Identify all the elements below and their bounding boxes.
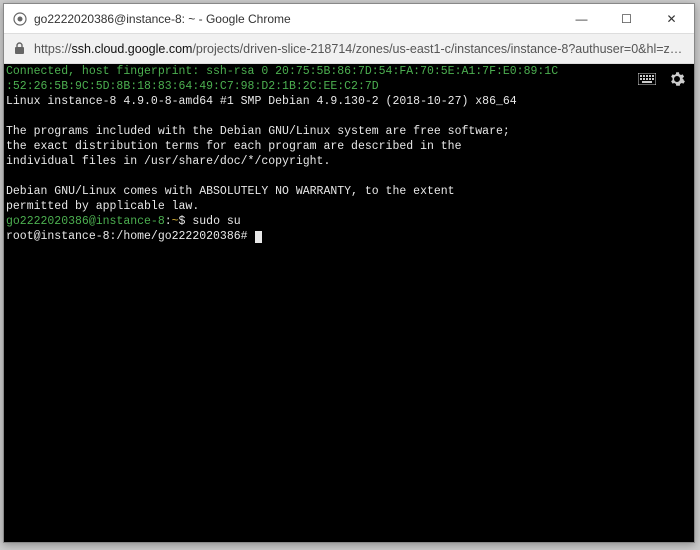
addressbar[interactable]: https://ssh.cloud.google.com/projects/dr… [4, 34, 694, 64]
motd-line-3: individual files in /usr/share/doc/*/cop… [6, 154, 692, 169]
kernel-line: Linux instance-8 4.9.0-8-amd64 #1 SMP De… [6, 94, 692, 109]
terminal[interactable]: Connected, host fingerprint: ssh-rsa 0 2… [4, 64, 694, 542]
url-scheme: https:// [34, 42, 72, 56]
url-path: /projects/driven-slice-218714/zones/us-e… [192, 42, 686, 56]
prompt-user: go2222020386@instance-8 [6, 215, 165, 228]
cursor-icon [255, 231, 262, 243]
root-prompt: root@instance-8:/home/go2222020386# [6, 230, 254, 243]
url-host: ssh.cloud.google.com [72, 42, 193, 56]
titlebar[interactable]: go2222020386@instance-8: ~ - Google Chro… [4, 4, 694, 34]
command-1: sudo su [192, 215, 240, 228]
gear-icon[interactable] [668, 70, 686, 88]
motd-line-5: permitted by applicable law. [6, 199, 692, 214]
url-display: https://ssh.cloud.google.com/projects/dr… [34, 42, 686, 56]
keyboard-icon[interactable] [638, 70, 656, 88]
motd-line-2: the exact distribution terms for each pr… [6, 139, 692, 154]
motd-line-4: Debian GNU/Linux comes with ABSOLUTELY N… [6, 184, 692, 199]
motd-line-1: The programs included with the Debian GN… [6, 124, 692, 139]
window-title: go2222020386@instance-8: ~ - Google Chro… [34, 12, 559, 26]
minimize-button[interactable]: — [559, 4, 604, 33]
app-icon [12, 11, 28, 27]
prompt-line-2[interactable]: root@instance-8:/home/go2222020386# [6, 229, 692, 244]
terminal-controls [638, 70, 686, 88]
lock-icon [12, 42, 26, 56]
maximize-button[interactable]: ☐ [604, 4, 649, 33]
prompt-line-1: go2222020386@instance-8:~$ sudo su [6, 214, 692, 229]
close-button[interactable]: ✕ [649, 4, 694, 33]
chrome-window: go2222020386@instance-8: ~ - Google Chro… [3, 3, 695, 543]
window-controls: — ☐ ✕ [559, 4, 694, 33]
prompt-symbol: $ [179, 215, 193, 228]
prompt-path: ~ [172, 215, 179, 228]
fingerprint-line-2: :52:26:5B:9C:5D:8B:18:83:64:49:C7:98:D2:… [6, 79, 692, 94]
fingerprint-line-1: Connected, host fingerprint: ssh-rsa 0 2… [6, 64, 692, 79]
prompt-sep: : [165, 215, 172, 228]
